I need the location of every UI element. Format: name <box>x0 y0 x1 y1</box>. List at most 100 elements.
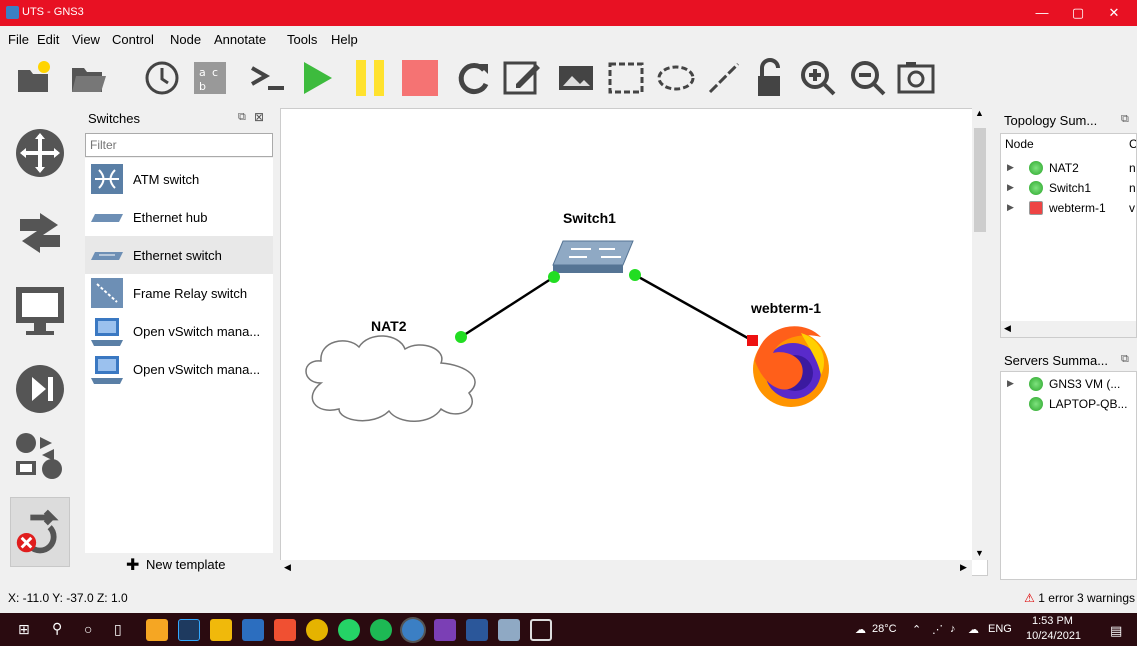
close-button[interactable]: ✕ <box>1097 0 1131 26</box>
scroll-left-icon[interactable]: ◀ <box>1004 323 1011 334</box>
minimize-button[interactable]: — <box>1025 0 1059 26</box>
insert-picture-icon[interactable] <box>556 58 596 98</box>
language-indicator[interactable]: ENG <box>988 623 1012 635</box>
photoshop-icon[interactable] <box>178 619 200 641</box>
scroll-left-icon[interactable]: ◀ <box>284 562 291 573</box>
expand-icon[interactable]: ▶ <box>1007 162 1014 173</box>
node-label-webterm[interactable]: webterm-1 <box>750 300 821 316</box>
panel-float-icon[interactable]: ⧉ <box>1121 113 1129 126</box>
list-item-ovs-2[interactable]: Open vSwitch mana... <box>85 350 273 388</box>
error-status[interactable]: ⚠ 1 error 3 warnings <box>1024 591 1135 605</box>
list-item-ovs-1[interactable]: Open vSwitch mana... <box>85 312 273 350</box>
topology-canvas[interactable]: Switch1 NAT2 webterm-1 <box>280 108 988 576</box>
menu-edit[interactable]: Edit <box>37 32 59 47</box>
all-devices-icon[interactable] <box>10 427 70 487</box>
onedrive-icon[interactable]: ☁ <box>968 623 979 636</box>
tree-row-laptop[interactable]: LAPTOP-QB... <box>1001 394 1136 414</box>
list-item-atm-switch[interactable]: ATM switch <box>85 160 273 198</box>
vertical-scrollbar[interactable]: ▲ ▼ <box>972 108 988 560</box>
start-all-icon[interactable] <box>296 58 336 98</box>
stop-all-icon[interactable] <box>400 58 440 98</box>
panel-float-icon[interactable]: ⧉ <box>1121 353 1129 366</box>
add-note-icon[interactable] <box>502 58 542 98</box>
restore-button[interactable]: ▢ <box>1061 0 1095 26</box>
tree-row-gns3-vm[interactable]: ▶ GNS3 VM (... <box>1001 374 1136 394</box>
expand-icon[interactable]: ▶ <box>1007 182 1014 193</box>
panel-float-icon[interactable]: ⧉ <box>238 111 246 124</box>
node-label-nat2[interactable]: NAT2 <box>371 318 407 334</box>
word-icon[interactable] <box>466 619 488 641</box>
screenshot-icon[interactable] <box>896 58 936 98</box>
menu-control[interactable]: Control <box>112 32 154 47</box>
windows-start-icon[interactable]: ⊞ <box>18 621 30 638</box>
tree-row-webterm[interactable]: ▶ webterm-1 v <box>1001 198 1136 218</box>
list-item-ethernet-hub[interactable]: Ethernet hub <box>85 198 273 236</box>
zoom-in-icon[interactable] <box>798 58 838 98</box>
volume-icon[interactable]: ♪ <box>950 623 956 635</box>
chrome-icon[interactable] <box>306 619 328 641</box>
clock-date[interactable]: 10/24/2021 <box>1026 630 1081 642</box>
expand-icon[interactable]: ▶ <box>1007 202 1014 213</box>
weather-temp[interactable]: 28°C <box>872 623 897 635</box>
menu-help[interactable]: Help <box>331 32 358 47</box>
tree-row-switch1[interactable]: ▶ Switch1 n <box>1001 178 1136 198</box>
filter-input[interactable] <box>85 133 273 157</box>
spotify-icon[interactable] <box>370 619 392 641</box>
virtualbox-icon[interactable] <box>530 619 552 641</box>
firefox-icon[interactable] <box>753 326 829 407</box>
zoom-out-icon[interactable] <box>848 58 888 98</box>
show-interface-labels-icon[interactable]: acb <box>190 58 230 98</box>
gns3-taskbar-icon[interactable] <box>402 619 424 641</box>
snapshot-clock-icon[interactable] <box>142 58 182 98</box>
network-icon[interactable]: ⋰ <box>932 623 943 636</box>
end-devices-icon[interactable] <box>10 281 70 341</box>
cortana-icon[interactable]: ○ <box>84 621 92 637</box>
ethernet-switch-node-icon[interactable] <box>552 240 634 273</box>
notification-icon[interactable]: ▤ <box>1110 623 1122 639</box>
menu-annotate[interactable]: Annotate <box>214 32 266 47</box>
switches-icon[interactable] <box>10 203 70 263</box>
weather-icon[interactable]: ☁ <box>855 623 866 636</box>
menu-file[interactable]: File <box>8 32 29 47</box>
routers-icon[interactable] <box>10 123 70 183</box>
git-icon[interactable] <box>274 619 296 641</box>
draw-ellipse-icon[interactable] <box>656 58 696 98</box>
reload-all-icon[interactable] <box>454 58 494 98</box>
link-nat2-switch1[interactable] <box>460 275 555 339</box>
task-view-icon[interactable]: ▯ <box>114 621 122 638</box>
menu-node[interactable]: Node <box>170 32 201 47</box>
scroll-down-icon[interactable]: ▼ <box>975 548 984 558</box>
draw-rectangle-icon[interactable] <box>606 58 646 98</box>
tree-row-nat2[interactable]: ▶ NAT2 n <box>1001 158 1136 178</box>
tool-icon[interactable] <box>434 619 456 641</box>
open-project-icon[interactable] <box>68 58 108 98</box>
draw-line-icon[interactable] <box>704 58 744 98</box>
horizontal-scrollbar[interactable]: ◀ <box>1001 321 1136 337</box>
link-switch1-webterm[interactable] <box>634 273 754 343</box>
network-tool-icon[interactable] <box>498 619 520 641</box>
cloud-icon[interactable] <box>305 335 476 422</box>
scroll-right-icon[interactable]: ▶ <box>960 562 967 573</box>
tray-arrow-icon[interactable]: ⌃ <box>912 623 921 636</box>
column-header-c[interactable]: C <box>1129 137 1136 151</box>
microsoft-store-icon[interactable] <box>210 619 232 641</box>
add-link-icon[interactable] <box>10 497 70 567</box>
column-header-node[interactable]: Node <box>1005 137 1034 151</box>
sublime-icon[interactable] <box>146 619 168 641</box>
horizontal-scrollbar[interactable]: ◀ ▶ <box>280 560 972 576</box>
node-label-switch1[interactable]: Switch1 <box>563 210 616 226</box>
new-project-icon[interactable] <box>14 58 54 98</box>
expand-icon[interactable]: ▶ <box>1007 378 1014 389</box>
menu-tools[interactable]: Tools <box>287 32 317 47</box>
unlock-icon[interactable] <box>752 58 792 98</box>
menu-view[interactable]: View <box>72 32 100 47</box>
suspend-all-icon[interactable] <box>350 58 390 98</box>
new-template-button[interactable]: New template <box>146 557 225 572</box>
scrollbar-thumb[interactable] <box>974 128 986 232</box>
whatsapp-icon[interactable] <box>338 619 360 641</box>
panel-close-icon[interactable]: ⊠ <box>254 110 264 124</box>
list-item-frame-relay[interactable]: Frame Relay switch <box>85 274 273 312</box>
scroll-up-icon[interactable]: ▲ <box>975 108 984 118</box>
console-icon[interactable] <box>248 58 288 98</box>
search-icon[interactable]: ⚲ <box>52 620 62 637</box>
